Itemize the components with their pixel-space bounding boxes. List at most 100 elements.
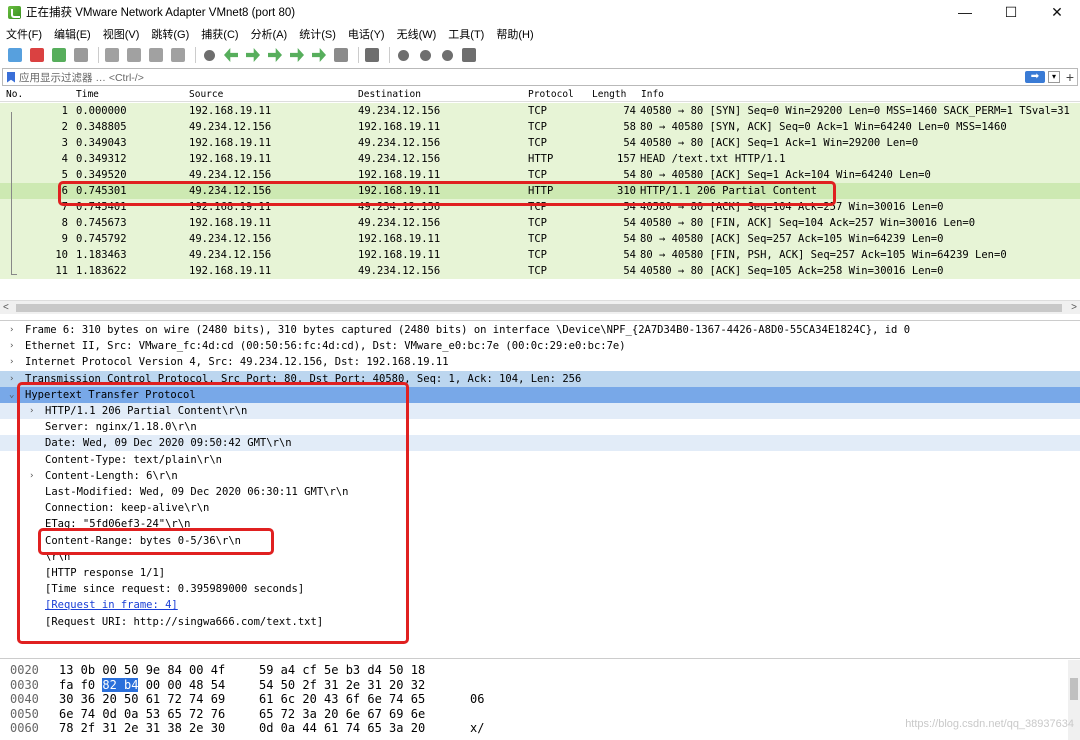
bytes-scrollbar-thumb[interactable] bbox=[1070, 678, 1078, 700]
collapsed-chevron-icon[interactable]: › bbox=[9, 371, 14, 387]
apply-filter-button[interactable]: ➡ bbox=[1025, 71, 1045, 83]
scroll-left-arrow[interactable]: < bbox=[3, 301, 9, 315]
expanded-chevron-icon[interactable]: ⌄ bbox=[9, 387, 14, 403]
colorize-icon[interactable] bbox=[363, 46, 381, 64]
packet-cell-len: 74 bbox=[623, 105, 636, 117]
menu-item[interactable]: 无线(W) bbox=[397, 26, 437, 42]
watermark: https://blog.csdn.net/qq_38937634 bbox=[905, 718, 1074, 730]
title-bar: 正在捕获 VMware Network Adapter VMnet8 (port… bbox=[0, 0, 1080, 24]
menu-item[interactable]: 工具(T) bbox=[448, 26, 484, 42]
packet-cell-dst: 49.234.12.156 bbox=[358, 265, 441, 277]
scrollbar-thumb[interactable] bbox=[16, 304, 1062, 312]
shark-fin-icon-glyph bbox=[8, 48, 22, 62]
packet-row[interactable]: 8 0.745673 192.168.19.11 49.234.12.156 TCP 54… bbox=[0, 215, 1080, 231]
resize-columns-icon[interactable] bbox=[460, 46, 478, 64]
menu-item[interactable]: 跳转(G) bbox=[151, 26, 189, 42]
bookmark-icon[interactable] bbox=[7, 71, 15, 83]
save-file-icon-glyph bbox=[127, 48, 141, 62]
first-packet-icon-glyph bbox=[290, 48, 304, 62]
detail-row[interactable]: › Ethernet II, Src: VMware_fc:4d:cd (00:5… bbox=[0, 338, 1080, 354]
bytes-row[interactable]: 0040 30 36 20 50 61 72 74 69 61 6c 20 43 6… bbox=[0, 692, 1060, 706]
column-header-no[interactable]: No. bbox=[6, 89, 23, 100]
bytes-row[interactable]: 0060 78 2f 31 2e 31 38 2e 30 0d 0a 44 61 7… bbox=[0, 721, 1060, 735]
menu-item[interactable]: 帮助(H) bbox=[496, 26, 533, 42]
packet-cell-dst: 49.234.12.156 bbox=[358, 105, 441, 117]
column-header-info[interactable]: Info bbox=[641, 89, 664, 100]
packet-row[interactable]: 9 0.745792 49.234.12.156 192.168.19.11 TCP 54… bbox=[0, 231, 1080, 247]
forward-arrow-icon[interactable] bbox=[244, 46, 262, 64]
menu-item[interactable]: 捕获(C) bbox=[201, 26, 238, 42]
zoom-reset-icon-glyph bbox=[441, 49, 453, 61]
packet-row[interactable]: 11 1.183622 192.168.19.11 49.234.12.156 TCP 5… bbox=[0, 263, 1080, 279]
packet-list-scrollbar[interactable]: < > bbox=[0, 300, 1080, 314]
maximize-button[interactable]: ☐ bbox=[988, 0, 1034, 24]
bytes-row[interactable]: 0020 13 0b 00 50 9e 84 00 4f 59 a4 cf 5e b… bbox=[0, 663, 1060, 677]
packet-cell-info: HEAD /text.txt HTTP/1.1 bbox=[640, 153, 786, 165]
wireshark-logo-icon bbox=[8, 5, 21, 19]
annotation-box-http bbox=[17, 382, 409, 644]
packet-cell-src: 49.234.12.156 bbox=[189, 233, 272, 245]
find-icon[interactable] bbox=[200, 46, 218, 64]
packet-cell-len: 54 bbox=[623, 233, 636, 245]
shark-fin-icon[interactable] bbox=[6, 46, 24, 64]
menu-bar: 文件(F) 编辑(E) 视图(V) 跳转(G) 捕获(C) 分析(A) 统计(S) 电话(Y)… bbox=[0, 24, 1080, 44]
detail-row[interactable]: › Frame 6: 310 bytes on wire (2480 bits),… bbox=[0, 322, 1080, 338]
packet-cell-len: 54 bbox=[623, 249, 636, 261]
packet-cell-time: 0.348805 bbox=[76, 121, 127, 133]
menu-item[interactable]: 电话(Y) bbox=[348, 26, 385, 42]
packet-cell-dst: 49.234.12.156 bbox=[358, 137, 441, 149]
bytes-row[interactable]: 0030 fa f0 82 b4 00 00 48 54 54 50 2f 31 2… bbox=[0, 677, 1060, 692]
zoom-out-icon[interactable] bbox=[416, 46, 434, 64]
first-packet-icon[interactable] bbox=[288, 46, 306, 64]
packet-row[interactable]: 3 0.349043 192.168.19.11 49.234.12.156 TCP 54… bbox=[0, 135, 1080, 151]
packet-row[interactable]: 4 0.349312 192.168.19.11 49.234.12.156 HTTP 1… bbox=[0, 151, 1080, 167]
minimize-button[interactable]: — bbox=[942, 0, 988, 24]
colorize-icon-glyph bbox=[365, 48, 379, 62]
column-header-time[interactable]: Time bbox=[76, 89, 99, 100]
packet-row[interactable]: 10 1.183463 49.234.12.156 192.168.19.11 TCP 5… bbox=[0, 247, 1080, 263]
column-header-source[interactable]: Source bbox=[189, 89, 223, 100]
packet-cell-time: 0.349043 bbox=[76, 137, 127, 149]
menu-item[interactable]: 视图(V) bbox=[103, 26, 140, 42]
reload-icon[interactable] bbox=[169, 46, 187, 64]
packet-row[interactable]: 2 0.348805 49.234.12.156 192.168.19.11 TCP 58… bbox=[0, 119, 1080, 135]
packet-cell-proto: TCP bbox=[528, 105, 547, 117]
zoom-reset-icon[interactable] bbox=[438, 46, 456, 64]
zoom-in-icon[interactable] bbox=[394, 46, 412, 64]
packet-row[interactable]: 1 0.000000 192.168.19.11 49.234.12.156 TCP 74… bbox=[0, 103, 1080, 119]
column-header-length[interactable]: Length bbox=[592, 89, 626, 100]
menu-item[interactable]: 文件(F) bbox=[6, 26, 42, 42]
menu-item[interactable]: 统计(S) bbox=[299, 26, 336, 42]
column-header-protocol[interactable]: Protocol bbox=[528, 89, 574, 100]
column-header-destination[interactable]: Destination bbox=[358, 89, 421, 100]
hex-bytes-left: 78 2f 31 2e 31 38 2e 30 bbox=[59, 721, 226, 735]
stop-icon[interactable] bbox=[28, 46, 46, 64]
display-filter-bar[interactable]: 应用显示过滤器 … <Ctrl-/> ➡ ▾ + bbox=[2, 68, 1078, 86]
autoscroll-icon[interactable] bbox=[332, 46, 350, 64]
last-packet-icon[interactable] bbox=[310, 46, 328, 64]
packet-cell-dst: 192.168.19.11 bbox=[358, 121, 441, 133]
close-button[interactable]: ✕ bbox=[1034, 0, 1080, 24]
menu-item[interactable]: 分析(A) bbox=[251, 26, 288, 42]
save-file-icon[interactable] bbox=[125, 46, 143, 64]
options-gear-icon[interactable] bbox=[72, 46, 90, 64]
filter-history-dropdown[interactable]: ▾ bbox=[1048, 71, 1060, 83]
collapsed-chevron-icon[interactable]: › bbox=[9, 322, 14, 338]
collapsed-chevron-icon[interactable]: › bbox=[9, 338, 14, 354]
back-arrow-icon[interactable] bbox=[222, 46, 240, 64]
packet-cell-len: 54 bbox=[623, 217, 636, 229]
display-filter-input[interactable]: 应用显示过滤器 … <Ctrl-/> bbox=[19, 70, 1025, 85]
open-file-icon[interactable] bbox=[103, 46, 121, 64]
goto-packet-icon[interactable] bbox=[266, 46, 284, 64]
menu-item[interactable]: 编辑(E) bbox=[54, 26, 91, 42]
close-file-icon[interactable] bbox=[147, 46, 165, 64]
add-filter-button[interactable]: + bbox=[1063, 70, 1077, 84]
packet-cell-dst: 192.168.19.11 bbox=[358, 249, 441, 261]
packet-cell-len: 58 bbox=[623, 121, 636, 133]
bytes-row[interactable]: 0050 6e 74 0d 0a 53 65 72 76 65 72 3a 20 6… bbox=[0, 707, 1060, 721]
toolbar-separator bbox=[389, 47, 390, 63]
collapsed-chevron-icon[interactable]: › bbox=[9, 354, 14, 370]
restart-icon[interactable] bbox=[50, 46, 68, 64]
detail-row[interactable]: › Internet Protocol Version 4, Src: 49.23… bbox=[0, 354, 1080, 370]
scroll-right-arrow[interactable]: > bbox=[1071, 301, 1077, 315]
